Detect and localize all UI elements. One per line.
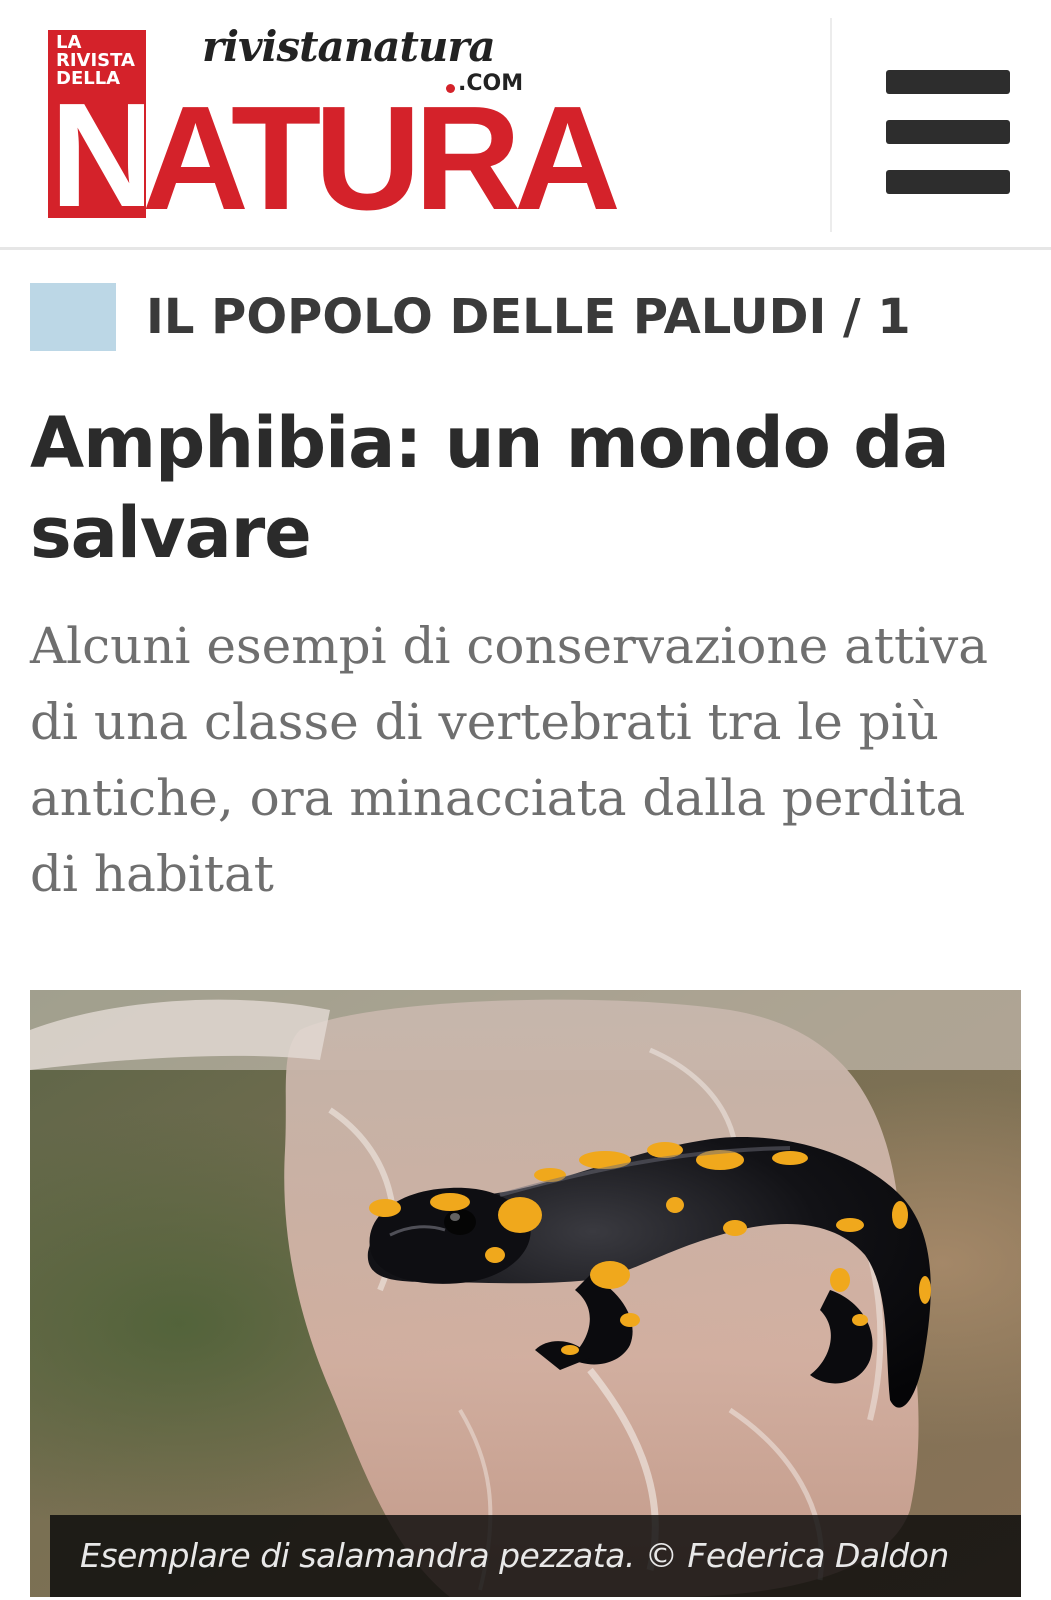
header-divider	[830, 18, 832, 232]
photo-caption: Esemplare di salamandra pezzata. © Feder…	[80, 1536, 949, 1575]
article-title: Amphibia: un mondo da salvare	[30, 402, 950, 574]
menu-bar	[886, 70, 1010, 94]
menu-bar	[886, 120, 1010, 144]
logo-wordmark: ATURA	[142, 76, 621, 241]
category-label: IL POPOLO DELLE PALUDI / 1	[146, 289, 911, 345]
category-color-swatch	[30, 283, 116, 351]
logo-dot	[446, 84, 455, 93]
fire-salamander-photo	[30, 990, 1021, 1597]
article-photo[interactable]: Esemplare di salamandra pezzata. © Feder…	[30, 990, 1021, 1597]
article-subtitle: Alcuni esempi di conservazione attiva di…	[30, 617, 989, 903]
site-logo[interactable]: LA RIVISTA DELLA N ATURA rivistanatura .…	[0, 0, 621, 240]
hamburger-menu-icon[interactable]	[866, 64, 1010, 204]
article-category[interactable]: IL POPOLO DELLE PALUDI / 1	[30, 282, 911, 352]
logo-site-name: rivistanatura	[202, 22, 496, 71]
logo-tld: .COM	[458, 71, 524, 96]
logo-box-text: LA RIVISTA DELLA	[56, 32, 135, 89]
site-header: LA RIVISTA DELLA N ATURA rivistanatura .…	[0, 0, 1051, 250]
menu-bar	[886, 170, 1010, 194]
logo-n-letter: N	[50, 96, 144, 216]
photo-caption-bar: Esemplare di salamandra pezzata. © Feder…	[50, 1515, 1021, 1597]
